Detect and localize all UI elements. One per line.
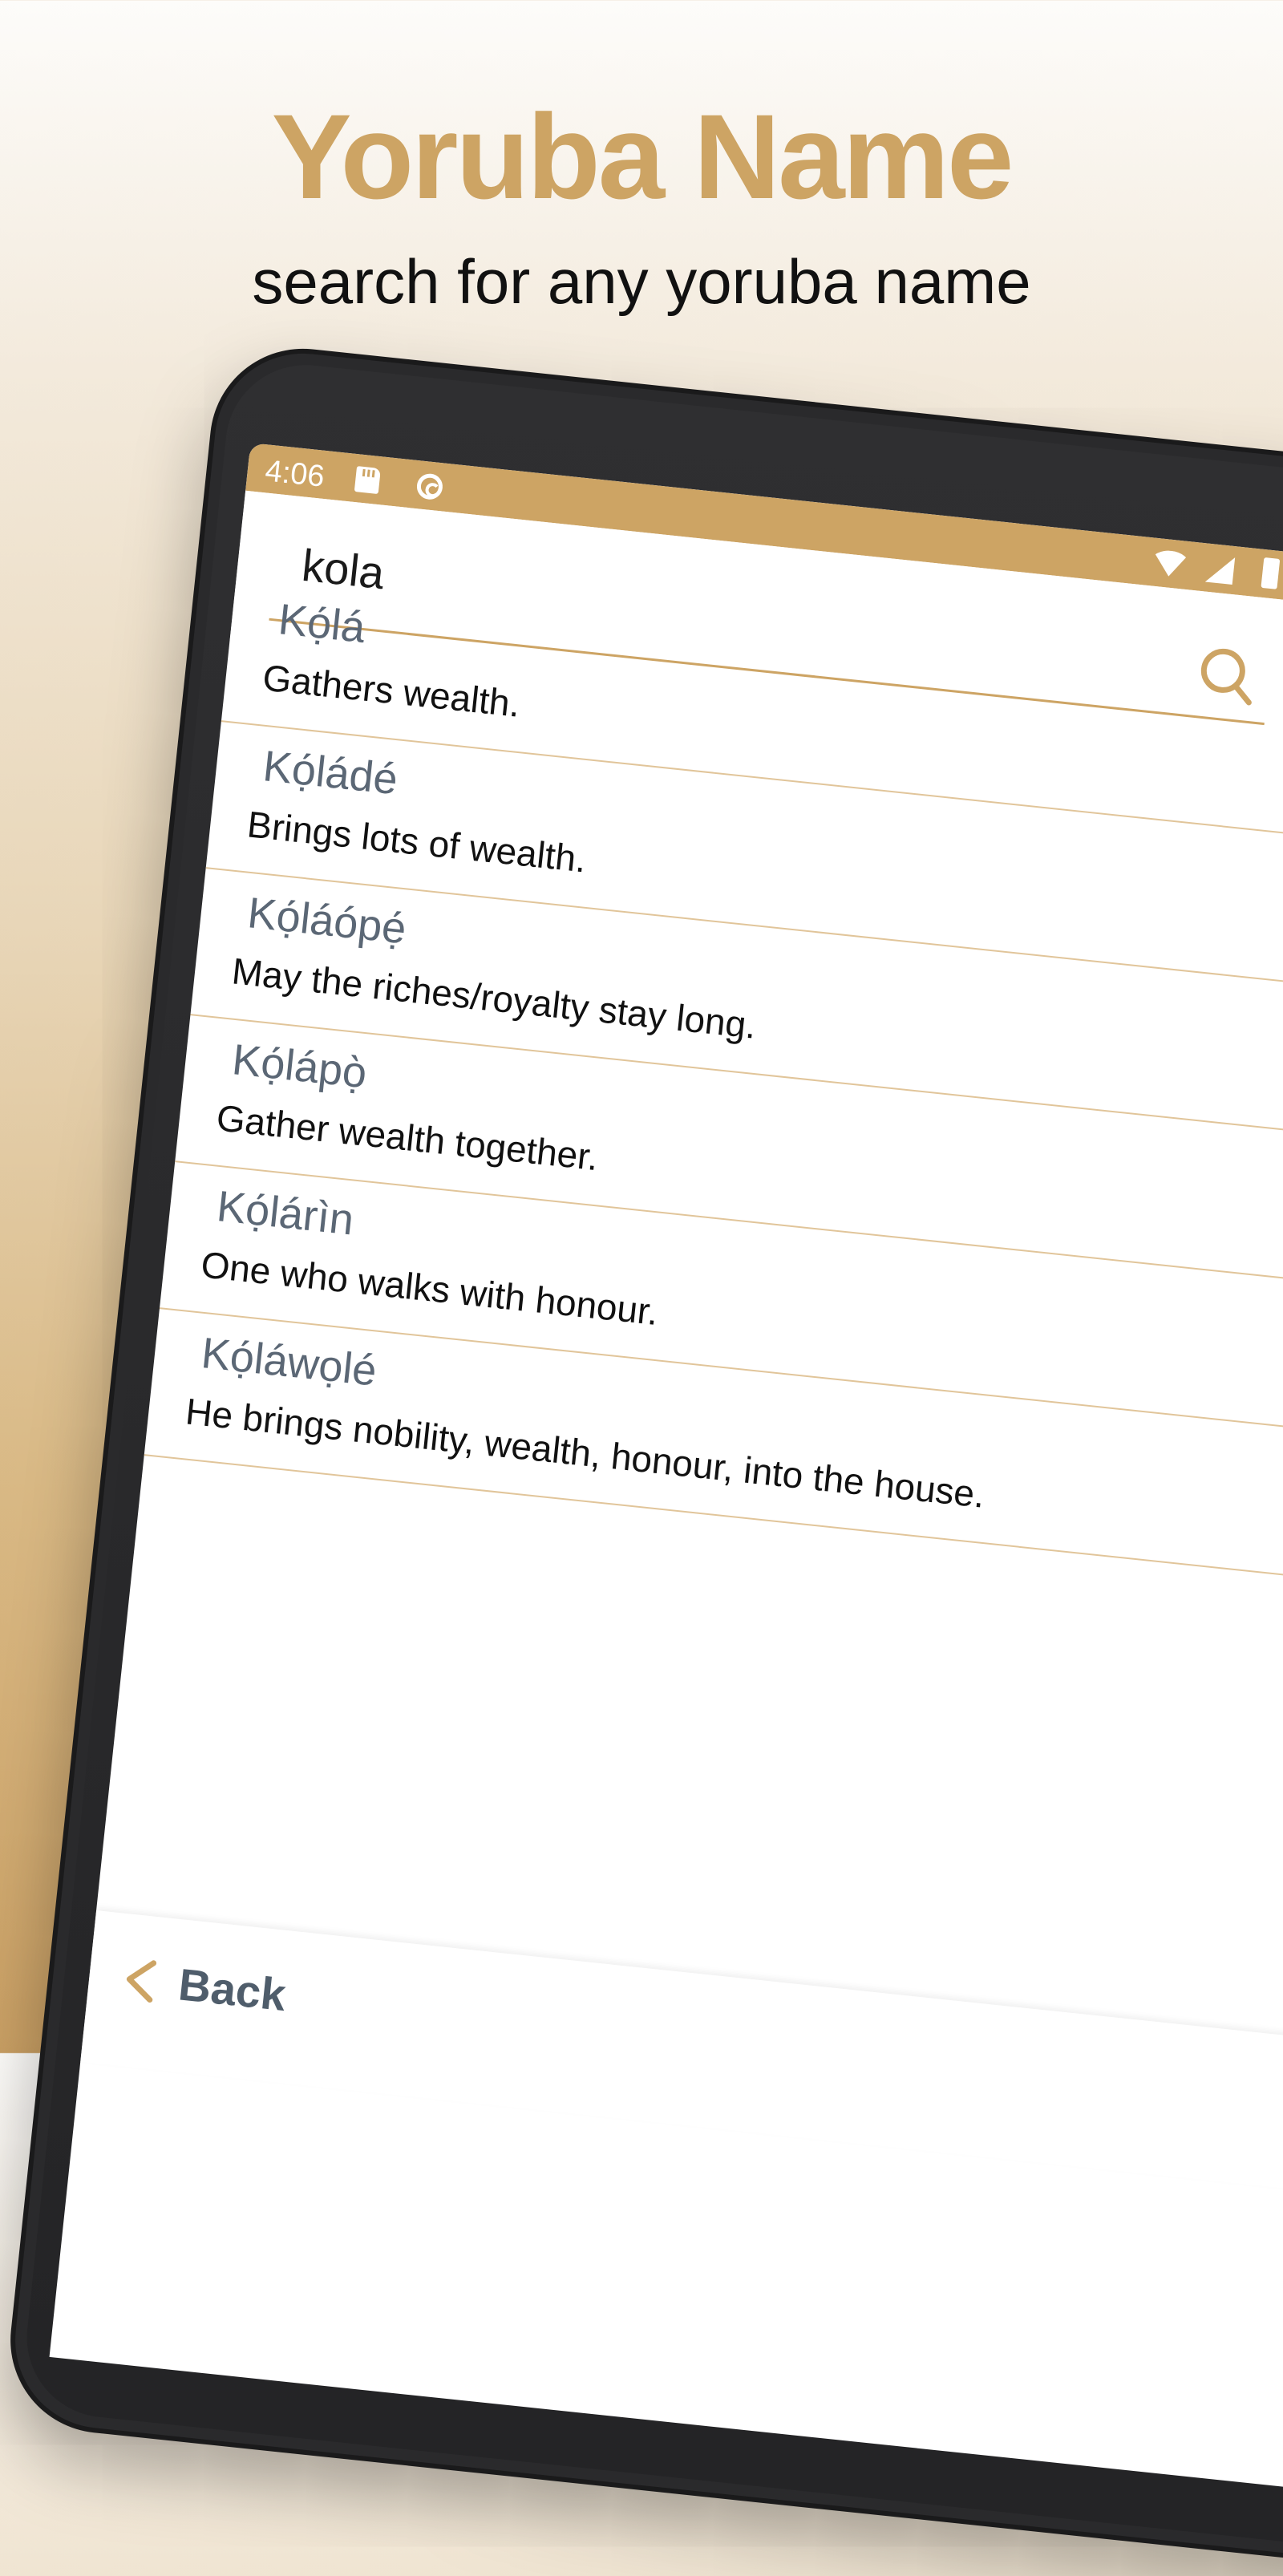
tablet-device-frame: 4:06 kola Kọ́lá Gathers wealth. Kọ́ládé …: [6, 345, 1283, 2576]
name-title: Kọ́lápọ̀: [229, 1035, 370, 1098]
battery-icon: [1261, 557, 1281, 589]
wifi-icon: [1149, 549, 1191, 579]
name-title: Kọ́láópẹ́: [245, 889, 409, 954]
status-time: 4:06: [263, 454, 326, 494]
promo-subtitle: search for any yoruba name: [252, 246, 1031, 317]
name-title: Kọ́lárìn: [214, 1182, 357, 1245]
name-meaning: Brings lots of wealth.: [245, 803, 589, 881]
app-screen: 4:06 kola Kọ́lá Gathers wealth. Kọ́ládé …: [49, 443, 1283, 2506]
signal-icon: [1204, 554, 1236, 585]
back-label: Back: [176, 1958, 289, 2021]
name-title: Kọ́láwọlé: [199, 1329, 379, 1395]
bottom-navigation: Back: [80, 1910, 1283, 2211]
name-title: Kọ́lá: [276, 595, 368, 653]
name-meaning: Gathers wealth.: [261, 656, 523, 725]
sync-icon: [415, 472, 444, 501]
name-meaning: Gather wealth together.: [214, 1096, 601, 1179]
name-title: Kọ́ládé: [261, 742, 400, 804]
results-list: Kọ́lá Gathers wealth. Kọ́ládé Brings lot…: [144, 575, 1283, 1606]
chevron-left-icon: [126, 1959, 157, 2003]
name-meaning: He brings nobility, wealth, honour, into…: [184, 1390, 987, 1516]
back-button[interactable]: Back: [119, 1952, 289, 2021]
promo-title: Yoruba Name: [271, 89, 1014, 224]
sd-card-icon: [354, 466, 381, 495]
